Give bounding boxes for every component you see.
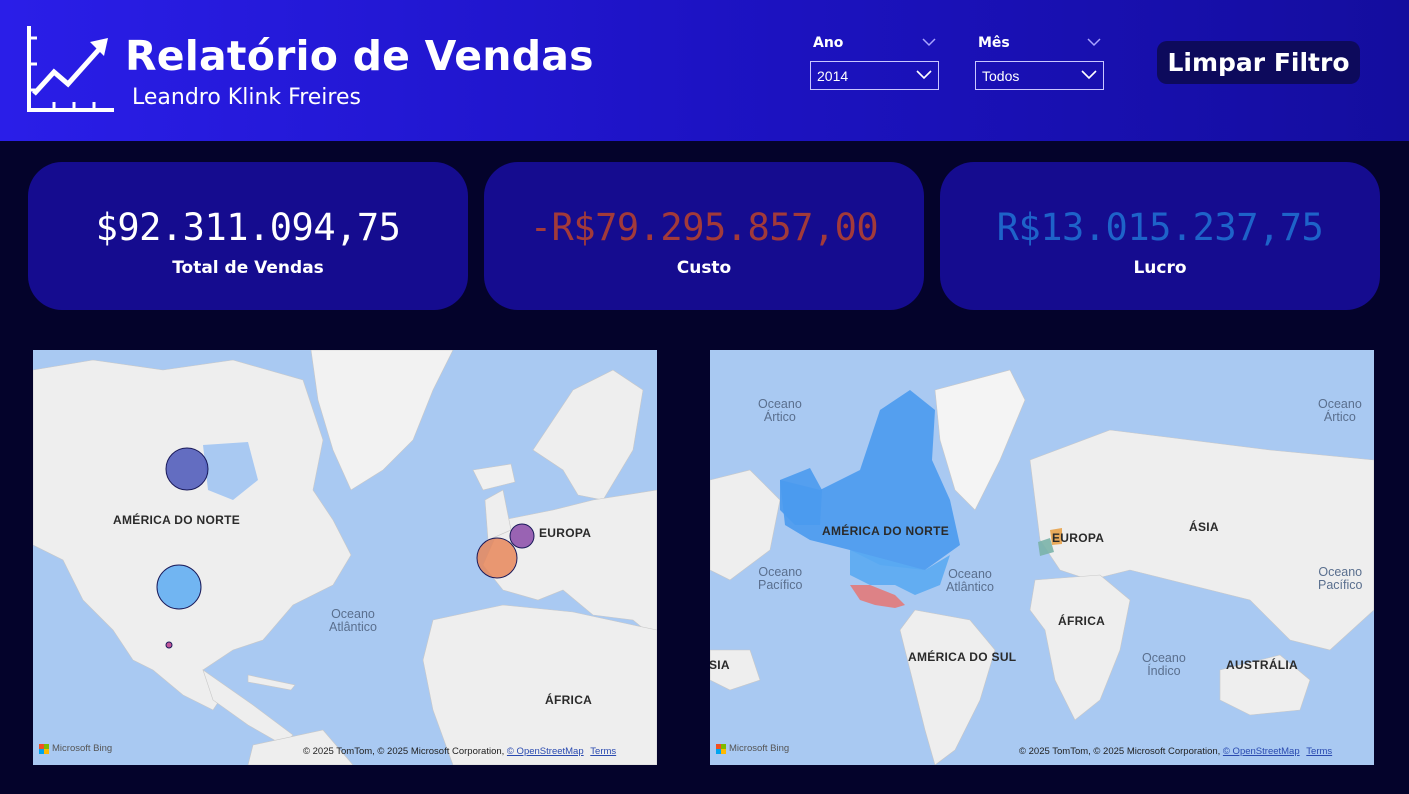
month-select[interactable]: Todos	[975, 61, 1104, 90]
map-region-mexico[interactable]	[850, 585, 905, 608]
map-label-pacific-right: Oceano Pacífico	[1318, 565, 1363, 592]
chevron-down-icon[interactable]	[922, 37, 936, 47]
profit-value: R$13.015.237,75	[996, 206, 1324, 249]
year-select[interactable]: 2014	[810, 61, 939, 90]
bubble-united-states[interactable]	[156, 564, 202, 610]
map-attribution: © 2025 TomTom, © 2025 Microsoft Corporat…	[303, 746, 616, 757]
map-label-asia-edge: ÁSIA	[710, 658, 730, 672]
attribution-text: © 2025 TomTom, © 2025 Microsoft Corporat…	[1019, 746, 1221, 757]
bubble-france[interactable]	[476, 537, 518, 579]
map-label-australia: AUSTRÁLIA	[1226, 658, 1299, 672]
kpi-card-total-sales: $92.311.094,75 Total de Vendas	[28, 162, 468, 310]
filled-map[interactable]: Oceano Ártico Oceano Ártico AMÉRICA DO N…	[710, 350, 1374, 765]
map-attribution: © 2025 TomTom, © 2025 Microsoft Corporat…	[1019, 746, 1332, 757]
year-filter-label: Ano	[813, 35, 844, 51]
bubble-map[interactable]: AMÉRICA DO NORTE EUROPA Oceano Atlântico…	[33, 350, 657, 765]
cost-label: Custo	[676, 258, 732, 278]
bing-label: Microsoft Bing	[52, 743, 113, 754]
profit-label: Lucro	[1133, 258, 1187, 278]
page-title: Relatório de Vendas	[125, 32, 594, 80]
bing-label: Microsoft Bing	[729, 743, 790, 754]
map-label-north-america: AMÉRICA DO NORTE	[113, 513, 241, 527]
header-banner: Relatório de Vendas Leandro Klink Freire…	[0, 0, 1409, 141]
map-label-atlantic: Oceano Atlântico	[946, 567, 994, 594]
bubble-canada[interactable]	[165, 447, 209, 491]
map-label-africa: ÁFRICA	[1058, 614, 1106, 628]
attribution-text: © 2025 TomTom, © 2025 Microsoft Corporat…	[303, 746, 505, 757]
map-label-atlantic: Oceano Atlântico	[329, 607, 377, 634]
terms-link[interactable]: Terms	[590, 746, 616, 757]
cost-value: -R$79.295.857,00	[529, 206, 879, 249]
chevron-down-icon	[1081, 70, 1097, 80]
map-label-south-america: AMÉRICA DO SUL	[908, 650, 1017, 664]
bing-logo: Microsoft Bing	[39, 743, 112, 754]
clear-filter-button[interactable]: Limpar Filtro	[1157, 41, 1360, 84]
osm-link[interactable]: © OpenStreetMap	[1223, 746, 1300, 757]
filled-map-canvas	[710, 369, 1374, 765]
bing-logo: Microsoft Bing	[716, 743, 789, 754]
month-select-value: Todos	[982, 68, 1020, 84]
map-label-europe: EUROPA	[539, 526, 592, 540]
map-label-arctic-left: Oceano Ártico	[758, 397, 802, 424]
kpi-card-cost: -R$79.295.857,00 Custo	[484, 162, 924, 310]
terms-link[interactable]: Terms	[1306, 746, 1332, 757]
month-filter-label: Mês	[978, 35, 1010, 51]
chevron-down-icon[interactable]	[1087, 37, 1101, 47]
map-label-arctic-right: Oceano Ártico	[1318, 397, 1362, 424]
map-label-asia: ÁSIA	[1189, 520, 1219, 534]
bubble-mexico[interactable]	[165, 641, 173, 649]
map-label-north-america: AMÉRICA DO NORTE	[822, 524, 950, 538]
map-label-europe: EUROPA	[1052, 531, 1105, 545]
osm-link[interactable]: © OpenStreetMap	[507, 746, 584, 757]
map-label-pacific-left: Oceano Pacífico	[758, 565, 803, 592]
bubble-germany[interactable]	[509, 523, 535, 549]
year-select-value: 2014	[817, 68, 849, 84]
map-label-africa: ÁFRICA	[545, 693, 593, 707]
map-label-indian: Oceano Índico	[1142, 651, 1186, 678]
chart-trend-icon	[27, 26, 114, 112]
kpi-card-profit: R$13.015.237,75 Lucro	[940, 162, 1380, 310]
total-sales-value: $92.311.094,75	[95, 206, 401, 249]
chevron-down-icon	[916, 70, 932, 80]
microsoft-logo-icon	[39, 743, 49, 754]
page-subtitle: Leandro Klink Freires	[132, 85, 361, 110]
microsoft-logo-icon	[716, 743, 726, 754]
total-sales-label: Total de Vendas	[172, 258, 324, 278]
